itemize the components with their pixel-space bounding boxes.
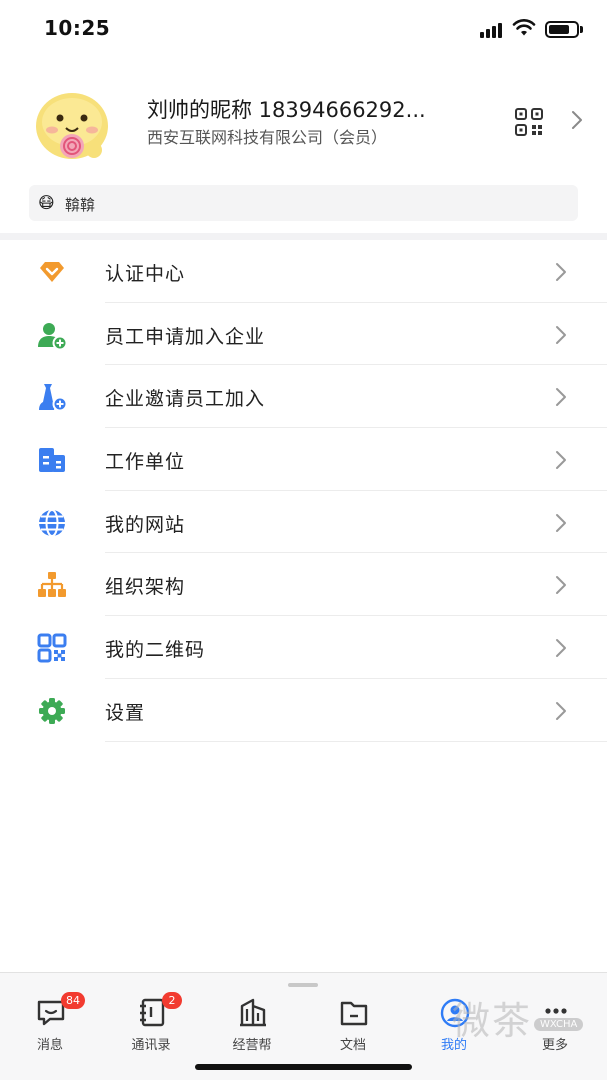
watermark-sub: WXCHA (534, 1018, 584, 1031)
menu-item-my-qrcode[interactable]: 我的二维码 (0, 616, 607, 679)
globe-icon (39, 508, 65, 537)
tab-business[interactable]: 经营帮 (217, 997, 287, 1053)
menu-item-org-structure[interactable]: 组织架构 (0, 553, 607, 617)
avatar[interactable] (34, 88, 114, 168)
tag-emoji: 😷 (38, 193, 55, 212)
tab-label: 经营帮 (232, 1038, 272, 1053)
menu-item-settings[interactable]: 设置 (0, 679, 607, 742)
chevron-right-icon (556, 701, 566, 720)
tab-label: 消息 (36, 1038, 63, 1053)
menu-item-enterprise-invite[interactable]: 企业邀请员工加入 (0, 365, 607, 429)
menu-label: 工作单位 (105, 451, 186, 474)
menu-item-certification[interactable]: 认证中心 (0, 240, 607, 303)
battery-icon (545, 21, 579, 38)
status-tag[interactable]: 😷 鞥鞥 (29, 185, 578, 221)
home-indicator (195, 1064, 412, 1070)
section-divider (0, 233, 607, 240)
certified-diamond-icon (40, 262, 64, 282)
profile-name: 刘帅的昵称 18394666292... (147, 98, 426, 122)
menu-label: 设置 (105, 701, 146, 724)
menu-label: 认证中心 (105, 263, 186, 285)
tab-label: 通讯录 (131, 1038, 171, 1053)
menu-item-my-website[interactable]: 我的网站 (0, 491, 607, 554)
status-bar: 10:25 (0, 0, 607, 60)
tag-text: 鞥鞥 (65, 196, 96, 214)
profile-company: 西安互联网科技有限公司（会员） (147, 128, 388, 147)
menu-label: 我的网站 (105, 513, 186, 536)
chevron-right-icon (556, 388, 566, 407)
org-chart-icon (38, 572, 66, 598)
staff-invite-icon (39, 384, 68, 412)
menu-label: 组织架构 (105, 576, 186, 599)
profile-header[interactable]: 刘帅的昵称 18394666292... 西安互联网科技有限公司（会员） (0, 80, 607, 170)
tab-label: 文档 (339, 1038, 366, 1053)
menu-label: 员工申请加入企业 (105, 325, 266, 348)
status-time: 10:25 (44, 16, 111, 40)
folder-icon (340, 1001, 368, 1026)
chevron-right-icon (556, 451, 566, 470)
tab-documents[interactable]: 文档 (318, 997, 388, 1053)
menu-item-employee-apply[interactable]: 员工申请加入企业 (0, 303, 607, 366)
drag-handle[interactable] (288, 983, 318, 987)
qrcode-icon (37, 633, 67, 663)
chevron-right-icon (556, 325, 566, 344)
unread-badge: 84 (61, 992, 85, 1009)
settings-menu: 认证中心 员工申请加入企业 企业邀请员工加入 工作单位 我的网站 组织架构 我的… (0, 240, 607, 742)
chevron-right-icon (556, 513, 566, 532)
menu-label: 我的二维码 (105, 639, 206, 662)
chevron-right-icon[interactable] (568, 108, 586, 132)
tab-contacts[interactable]: 2 通讯录 (116, 992, 186, 1053)
qrcode-icon[interactable] (514, 107, 544, 137)
chevron-right-icon (556, 639, 566, 658)
wifi-icon (512, 19, 536, 36)
chevron-right-icon (556, 263, 566, 281)
unread-badge: 2 (162, 992, 182, 1009)
business-icon (240, 998, 266, 1027)
tab-messages[interactable]: 84 消息 (15, 992, 85, 1053)
gear-icon (39, 697, 65, 724)
chevron-right-icon (556, 576, 566, 595)
building-icon (39, 448, 65, 473)
user-add-icon (38, 322, 68, 350)
cellular-signal-icon (480, 22, 506, 38)
menu-label: 企业邀请员工加入 (105, 388, 266, 411)
menu-item-workplace[interactable]: 工作单位 (0, 428, 607, 491)
watermark: 微茶 (452, 999, 533, 1043)
